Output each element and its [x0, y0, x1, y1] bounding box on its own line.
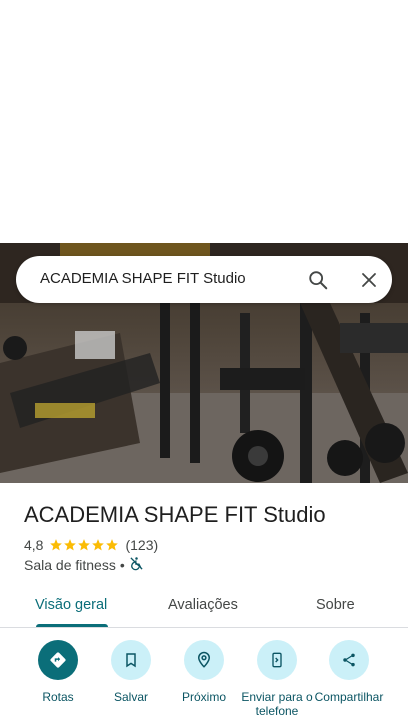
tab-about[interactable]: Sobre	[316, 597, 355, 613]
nearby-icon	[184, 640, 224, 680]
share-icon	[329, 640, 369, 680]
directions-label: Rotas	[42, 690, 74, 704]
category-row: Sala de fitness •	[24, 556, 144, 574]
place-title: ACADEMIA SHAPE FIT Studio	[24, 502, 326, 527]
send-to-phone-button[interactable]: Enviar para o telefone	[240, 640, 314, 718]
star-icon	[106, 539, 119, 551]
close-icon[interactable]	[353, 264, 385, 296]
nearby-button[interactable]: Próximo	[167, 640, 241, 704]
star-icon	[50, 539, 63, 551]
reviews-count[interactable]: (123)	[125, 537, 158, 553]
search-input[interactable]: ACADEMIA SHAPE FIT Studio	[40, 270, 246, 287]
share-button[interactable]: Compartilhar	[312, 640, 386, 704]
star-rating	[49, 538, 119, 552]
share-label: Compartilhar	[314, 690, 384, 704]
star-icon	[78, 539, 91, 551]
active-tab-indicator	[36, 624, 108, 627]
send-to-phone-icon	[257, 640, 297, 680]
action-buttons: Rotas Salvar Próximo Enviar para o telef…	[0, 640, 408, 726]
save-label: Salvar	[113, 690, 148, 704]
directions-button[interactable]: Rotas	[21, 640, 95, 704]
tab-reviews[interactable]: Avaliações	[168, 597, 238, 613]
search-bar[interactable]: ACADEMIA SHAPE FIT Studio	[16, 256, 392, 303]
search-icon[interactable]	[302, 264, 334, 296]
star-icon	[64, 539, 77, 551]
send-to-phone-label: Enviar para o telefone	[241, 690, 313, 718]
wheelchair-not-accessible-icon[interactable]	[129, 556, 144, 574]
bookmark-icon	[111, 640, 151, 680]
star-icon	[92, 539, 105, 551]
save-button[interactable]: Salvar	[94, 640, 168, 704]
tab-bar: Visão geral Avaliações Sobre	[0, 586, 408, 628]
map-area[interactable]	[0, 0, 408, 243]
place-category: Sala de fitness	[24, 557, 116, 573]
separator: •	[119, 557, 125, 573]
directions-icon	[38, 640, 78, 680]
rating-row[interactable]: 4,8 (123)	[24, 536, 158, 554]
rating-value: 4,8	[24, 537, 44, 553]
nearby-label: Próximo	[181, 690, 226, 704]
tab-overview[interactable]: Visão geral	[35, 597, 107, 613]
